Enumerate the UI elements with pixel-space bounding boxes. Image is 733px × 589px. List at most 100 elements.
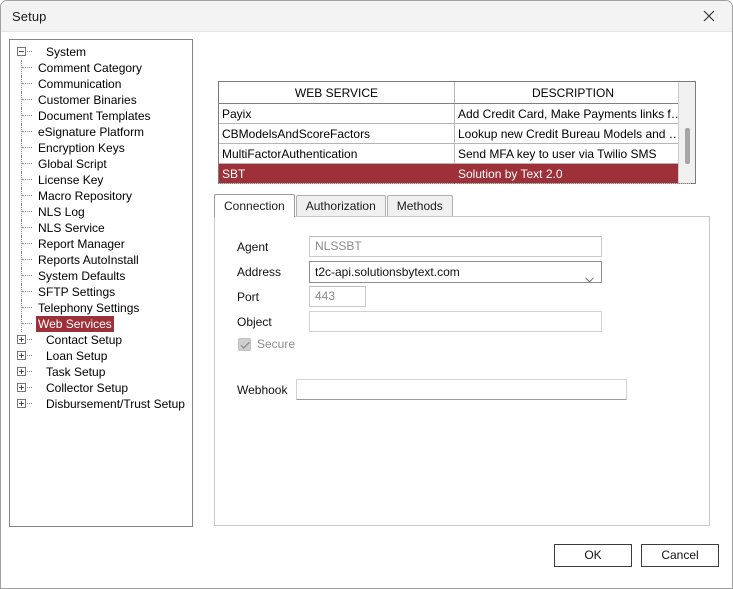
vertical-scrollbar[interactable] xyxy=(678,82,695,183)
tree-item-system-defaults[interactable]: System Defaults xyxy=(10,268,192,284)
tree-item-nls-service[interactable]: NLS Service xyxy=(10,220,192,236)
tree-connector xyxy=(22,147,32,149)
port-field[interactable]: 443 xyxy=(309,286,366,307)
agent-field[interactable]: NLSSBT xyxy=(309,236,602,257)
window-title: Setup xyxy=(12,9,47,24)
object-field[interactable] xyxy=(309,311,602,332)
address-label: Address xyxy=(237,265,282,279)
tree-item-web-services[interactable]: Web Services xyxy=(10,316,192,332)
cell-web-service: CBModelsAndScoreFactors xyxy=(219,123,455,144)
tree-item-label: Collector Setup xyxy=(46,381,129,395)
tree-item-label: System Defaults xyxy=(38,269,126,283)
web-services-table: WEB SERVICE DESCRIPTION Payix Add Credit … xyxy=(219,82,692,184)
column-header-web-service[interactable]: WEB SERVICE xyxy=(219,82,455,104)
expand-icon[interactable] xyxy=(17,399,26,408)
tree-connector xyxy=(27,403,32,405)
tree-item-label: Contact Setup xyxy=(46,333,123,347)
secure-checkbox[interactable]: Secure xyxy=(238,337,295,351)
table-row[interactable]: MultiFactorAuthentication Send MFA key to… xyxy=(219,143,692,164)
ok-button[interactable]: OK xyxy=(554,544,632,567)
tab-methods[interactable]: Methods xyxy=(386,195,453,216)
collapse-icon[interactable] xyxy=(17,47,26,56)
expand-icon[interactable] xyxy=(17,335,26,344)
address-combobox[interactable]: t2c-api.solutionsbytext.com xyxy=(309,261,602,283)
address-value: t2c-api.solutionsbytext.com xyxy=(315,265,460,279)
cell-web-service: MultiFactorAuthentication xyxy=(219,143,455,164)
tree-item-label: Web Services xyxy=(36,316,114,332)
webhook-field[interactable] xyxy=(296,379,627,400)
title-bar: Setup xyxy=(1,1,732,32)
close-icon[interactable] xyxy=(686,1,732,31)
table-row[interactable]: CBModelsAndScoreFactors Lookup new Credit… xyxy=(219,123,692,144)
settings-tree-panel[interactable]: System Comment Category Communication Custo… xyxy=(9,39,193,527)
tree-connector xyxy=(22,131,32,133)
expand-icon[interactable] xyxy=(17,383,26,392)
table-row[interactable]: SBT Solution by Text 2.0 xyxy=(219,163,692,184)
tree-item-label: Encryption Keys xyxy=(38,141,125,155)
tree-item-task-setup[interactable]: Task Setup xyxy=(10,364,192,380)
tree-connector xyxy=(22,291,32,293)
secure-label: Secure xyxy=(257,337,296,351)
cell-description: Lookup new Credit Bureau Models and Sc..… xyxy=(454,123,692,144)
tree-item-label: Document Templates xyxy=(38,109,151,123)
tab-connection[interactable]: Connection xyxy=(214,194,295,217)
scrollbar-thumb[interactable] xyxy=(685,128,690,164)
tree-item-label: Customer Binaries xyxy=(38,93,137,107)
cancel-button[interactable]: Cancel xyxy=(641,544,719,567)
tree-item-macro-repository[interactable]: Macro Repository xyxy=(10,188,192,204)
tree-item-encryption-keys[interactable]: Encryption Keys xyxy=(10,140,192,156)
tree-connector xyxy=(22,275,32,277)
tab-authorization[interactable]: Authorization xyxy=(295,195,386,216)
web-services-grid[interactable]: WEB SERVICE DESCRIPTION Payix Add Credit … xyxy=(218,81,696,184)
cell-description: Solution by Text 2.0 xyxy=(454,163,692,184)
webhook-label: Webhook xyxy=(237,383,288,397)
tree-item-customer-binaries[interactable]: Customer Binaries xyxy=(10,92,192,108)
tree-item-system[interactable]: System xyxy=(10,44,192,60)
tree-item-nls-log[interactable]: NLS Log xyxy=(10,204,192,220)
setup-dialog-window: Setup System Comment Category Communicatio… xyxy=(0,0,733,589)
tree-item-disbursement-trust-setup[interactable]: Disbursement/Trust Setup xyxy=(10,396,192,412)
tree-connector xyxy=(22,83,32,85)
chevron-down-icon[interactable] xyxy=(585,269,594,282)
tree-item-label: NLS Service xyxy=(38,221,105,235)
tree-connector xyxy=(22,211,32,213)
tree-connector xyxy=(22,179,32,181)
tree-item-esignature-platform[interactable]: eSignature Platform xyxy=(10,124,192,140)
tree-item-communication[interactable]: Communication xyxy=(10,76,192,92)
tree-item-label: SFTP Settings xyxy=(38,285,116,299)
tree-connector xyxy=(27,339,32,341)
tree-item-contact-setup[interactable]: Contact Setup xyxy=(10,332,192,348)
tree-connector xyxy=(22,115,32,117)
tree-item-label: Task Setup xyxy=(46,365,106,379)
table-row[interactable]: Payix Add Credit Card, Make Payments link… xyxy=(219,103,692,124)
tree-item-collector-setup[interactable]: Collector Setup xyxy=(10,380,192,396)
checkmark-icon xyxy=(238,337,251,351)
tree-item-label: Macro Repository xyxy=(38,189,133,203)
tree-item-loan-setup[interactable]: Loan Setup xyxy=(10,348,192,364)
tree-connector xyxy=(22,227,32,229)
tree-connector xyxy=(27,371,32,373)
tree-connector xyxy=(22,195,32,197)
tree-item-label: eSignature Platform xyxy=(38,125,145,139)
object-label: Object xyxy=(237,315,272,329)
connection-tab-panel: Agent NLSSBT Address t2c-api.solutionsby… xyxy=(214,216,710,526)
tree-item-comment-category[interactable]: Comment Category xyxy=(10,60,192,76)
column-header-description[interactable]: DESCRIPTION xyxy=(454,82,692,104)
tree-item-label: Loan Setup xyxy=(46,349,108,363)
tree-item-global-script[interactable]: Global Script xyxy=(10,156,192,172)
tree-item-report-manager[interactable]: Report Manager xyxy=(10,236,192,252)
tree-item-label: Communication xyxy=(38,77,122,91)
tree-item-label: Disbursement/Trust Setup xyxy=(46,397,185,411)
expand-icon[interactable] xyxy=(17,367,26,376)
settings-tree: System Comment Category Communication Custo… xyxy=(10,40,192,412)
tree-item-reports-autoinstall[interactable]: Reports AutoInstall xyxy=(10,252,192,268)
tree-item-label: System xyxy=(46,45,87,59)
tree-item-license-key[interactable]: License Key xyxy=(10,172,192,188)
tree-item-document-templates[interactable]: Document Templates xyxy=(10,108,192,124)
tree-connector xyxy=(27,51,32,53)
tab-strip: Connection Authorization Methods xyxy=(214,194,454,217)
tree-item-sftp-settings[interactable]: SFTP Settings xyxy=(10,284,192,300)
tree-item-telephony-settings[interactable]: Telephony Settings xyxy=(10,300,192,316)
tree-item-label: Report Manager xyxy=(38,237,125,251)
expand-icon[interactable] xyxy=(17,351,26,360)
